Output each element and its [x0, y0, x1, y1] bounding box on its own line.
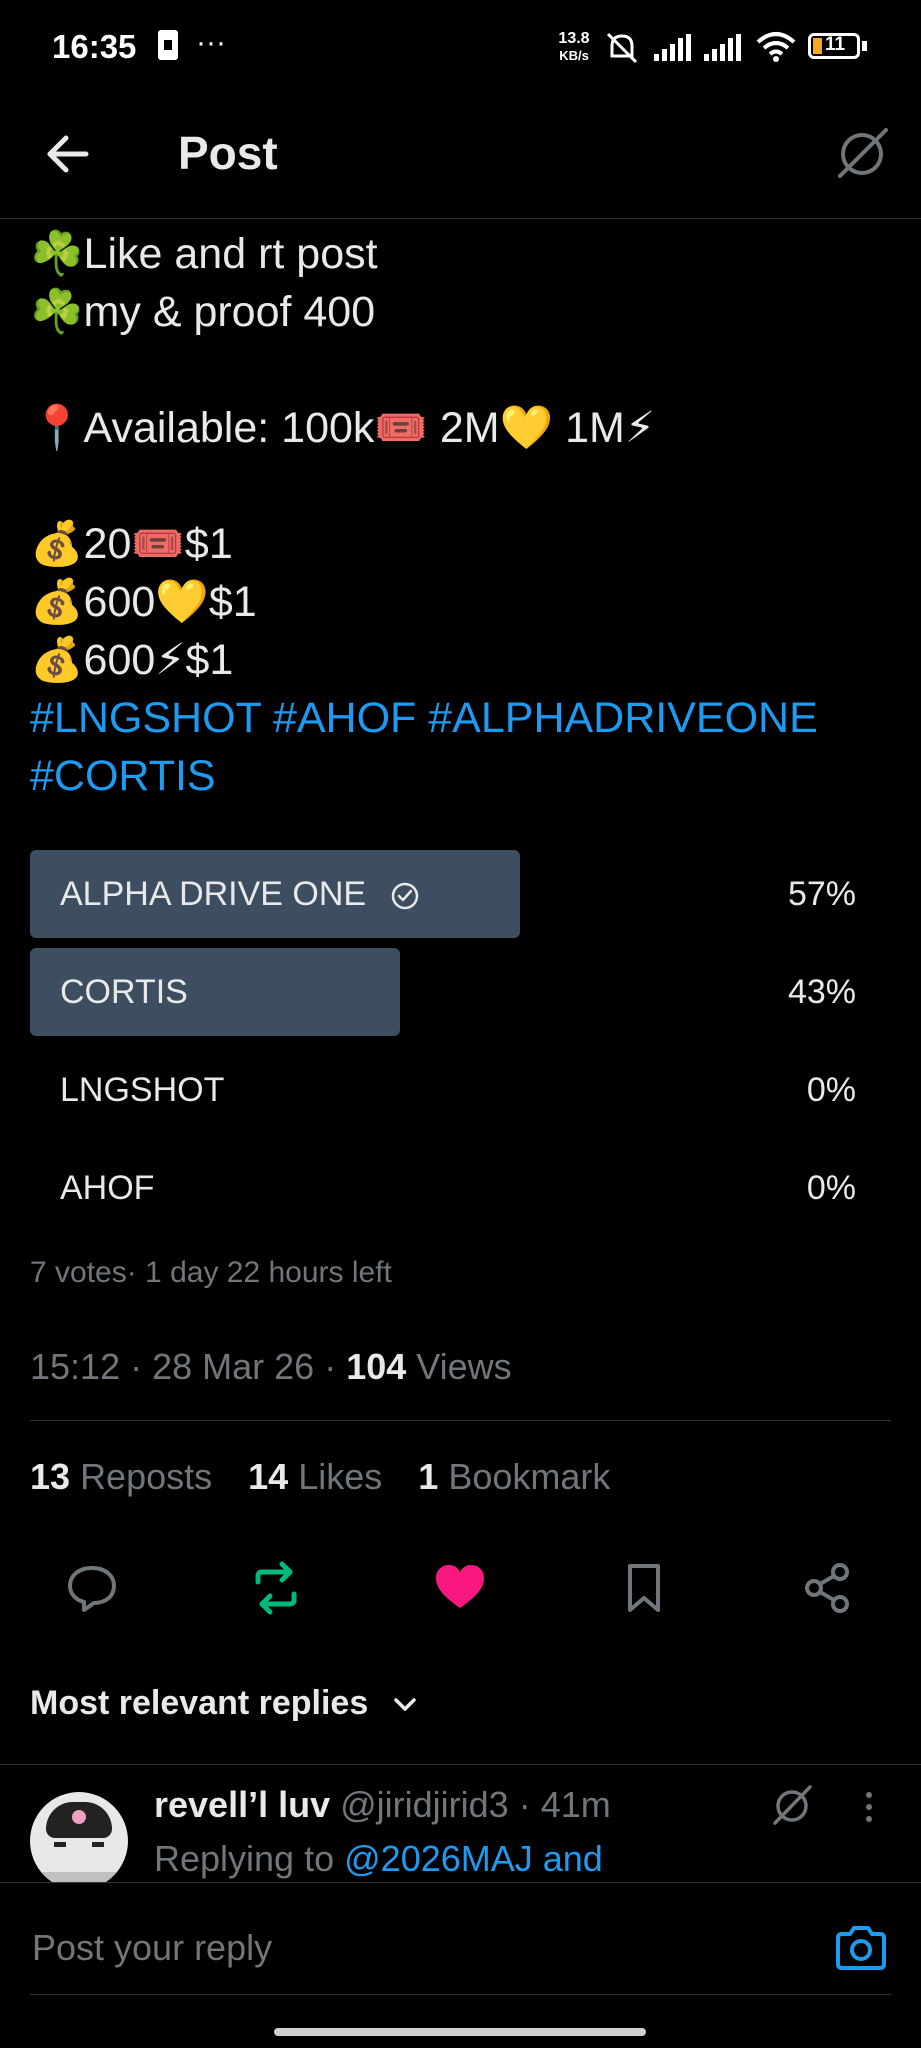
- reposts-stat[interactable]: 13 Reposts: [30, 1456, 212, 1497]
- avatar[interactable]: [30, 1792, 128, 1890]
- post-line-5: 💰600💛$1: [30, 577, 257, 627]
- poll-option-1[interactable]: ALPHA DRIVE ONE 57%: [30, 850, 856, 938]
- reply-header: revell’l luv @jiridjirid3 · 41m: [154, 1784, 611, 1826]
- status-time: 16:35: [52, 28, 137, 65]
- battery-saver-icon: [158, 30, 178, 60]
- grok-icon[interactable]: [834, 124, 890, 180]
- home-indicator[interactable]: [274, 2028, 646, 2036]
- poll-option-label: AHOF: [60, 1169, 155, 1207]
- separator-dot: ·: [120, 1346, 153, 1387]
- reply-input[interactable]: [30, 1912, 814, 1984]
- status-bar: 16:35 ··· 13.8 KB/s 11: [0, 0, 921, 100]
- back-arrow-icon[interactable]: [44, 130, 92, 178]
- poll-option-4[interactable]: AHOF 0%: [30, 1144, 856, 1232]
- post-time: 15:12: [30, 1346, 121, 1387]
- replies-sort-label: Most relevant replies: [30, 1684, 369, 1722]
- poll-option-2[interactable]: CORTIS 43%: [30, 948, 856, 1036]
- hashtags-line-1[interactable]: #LNGSHOT #AHOF #ALPHADRIVEONE: [30, 692, 818, 744]
- post-timestamp: 15:12 · 28 Mar 26 · 104 Views: [30, 1346, 512, 1388]
- top-app-bar: Post: [0, 100, 921, 219]
- post-line-2: ☘️my & proof 400: [30, 287, 376, 337]
- poll-option-3[interactable]: LNGSHOT 0%: [30, 1046, 856, 1134]
- reply-composer-area: [0, 1882, 921, 2048]
- camera-icon[interactable]: [834, 1924, 888, 1972]
- separator-dot: ·: [314, 1346, 347, 1387]
- more-notifications-icon: ···: [196, 26, 226, 59]
- share-icon[interactable]: [800, 1560, 856, 1616]
- post-line-1: ☘️Like and rt post: [30, 229, 378, 279]
- battery-tip: [862, 41, 867, 51]
- battery-icon: 11: [808, 33, 860, 59]
- net-speed: 13.8 KB/s: [554, 30, 594, 64]
- poll-option-percent: 43%: [787, 973, 856, 1011]
- poll-option-percent: 0%: [806, 1169, 856, 1207]
- divider: [30, 1994, 891, 1995]
- signal-icon-1: [654, 34, 691, 61]
- separator-dot: ·: [508, 1784, 541, 1825]
- heart-icon[interactable]: [432, 1560, 488, 1616]
- replying-to-link[interactable]: @2026MAJ and: [344, 1838, 603, 1879]
- bookmarks-stat[interactable]: 1 Bookmark: [418, 1456, 610, 1497]
- reply-icon[interactable]: [64, 1560, 120, 1616]
- engagement-stats: 13 Reposts 14 Likes 1 Bookmark: [30, 1456, 610, 1498]
- silent-mode-icon: [606, 32, 638, 64]
- poll-meta: 7 votes· 1 day 22 hours left: [30, 1256, 392, 1289]
- likes-stat[interactable]: 14 Likes: [248, 1456, 382, 1497]
- divider: [0, 1764, 921, 1765]
- hashtags-line-2[interactable]: #CORTIS: [30, 750, 216, 802]
- poll-option-label: LNGSHOT: [60, 1071, 225, 1109]
- net-speed-value: 13.8: [558, 30, 590, 47]
- reply-time: 41m: [540, 1784, 611, 1825]
- views-label: Views: [416, 1346, 512, 1387]
- battery-level: 11: [825, 34, 846, 55]
- poll-option-label: ALPHA DRIVE ONE: [60, 850, 420, 938]
- more-options-icon[interactable]: [866, 1788, 874, 1822]
- post-line-4: 💰20🎟️$1: [30, 519, 233, 569]
- grok-icon[interactable]: [770, 1782, 814, 1826]
- poll-option-percent: 57%: [787, 875, 856, 913]
- post-date: 28 Mar 26: [152, 1346, 315, 1387]
- post-line-3: 📍Available: 100k🎟️ 2M💛 1M⚡: [30, 403, 656, 453]
- bookmark-icon[interactable]: [616, 1560, 672, 1616]
- signal-icon-2: [704, 34, 741, 61]
- reply-author-handle[interactable]: @jiridjirid3: [340, 1784, 509, 1825]
- divider: [0, 1882, 921, 1883]
- divider: [30, 1420, 891, 1421]
- net-speed-unit: KB/s: [559, 48, 589, 63]
- replies-sort-dropdown[interactable]: Most relevant replies: [30, 1684, 418, 1723]
- replying-to: Replying to @2026MAJ and: [154, 1838, 603, 1879]
- page-title: Post: [178, 127, 278, 179]
- poll-option-label: CORTIS: [60, 973, 188, 1011]
- reply-author-name[interactable]: revell’l luv: [154, 1784, 330, 1825]
- voted-check-icon: [391, 882, 418, 910]
- repost-icon[interactable]: [248, 1560, 304, 1616]
- views-count: 104: [346, 1346, 407, 1387]
- post-line-6: 💰600⚡$1: [30, 635, 234, 685]
- poll-option-percent: 0%: [806, 1071, 856, 1109]
- chevron-down-icon: [393, 1698, 416, 1711]
- wifi-icon: [756, 32, 796, 62]
